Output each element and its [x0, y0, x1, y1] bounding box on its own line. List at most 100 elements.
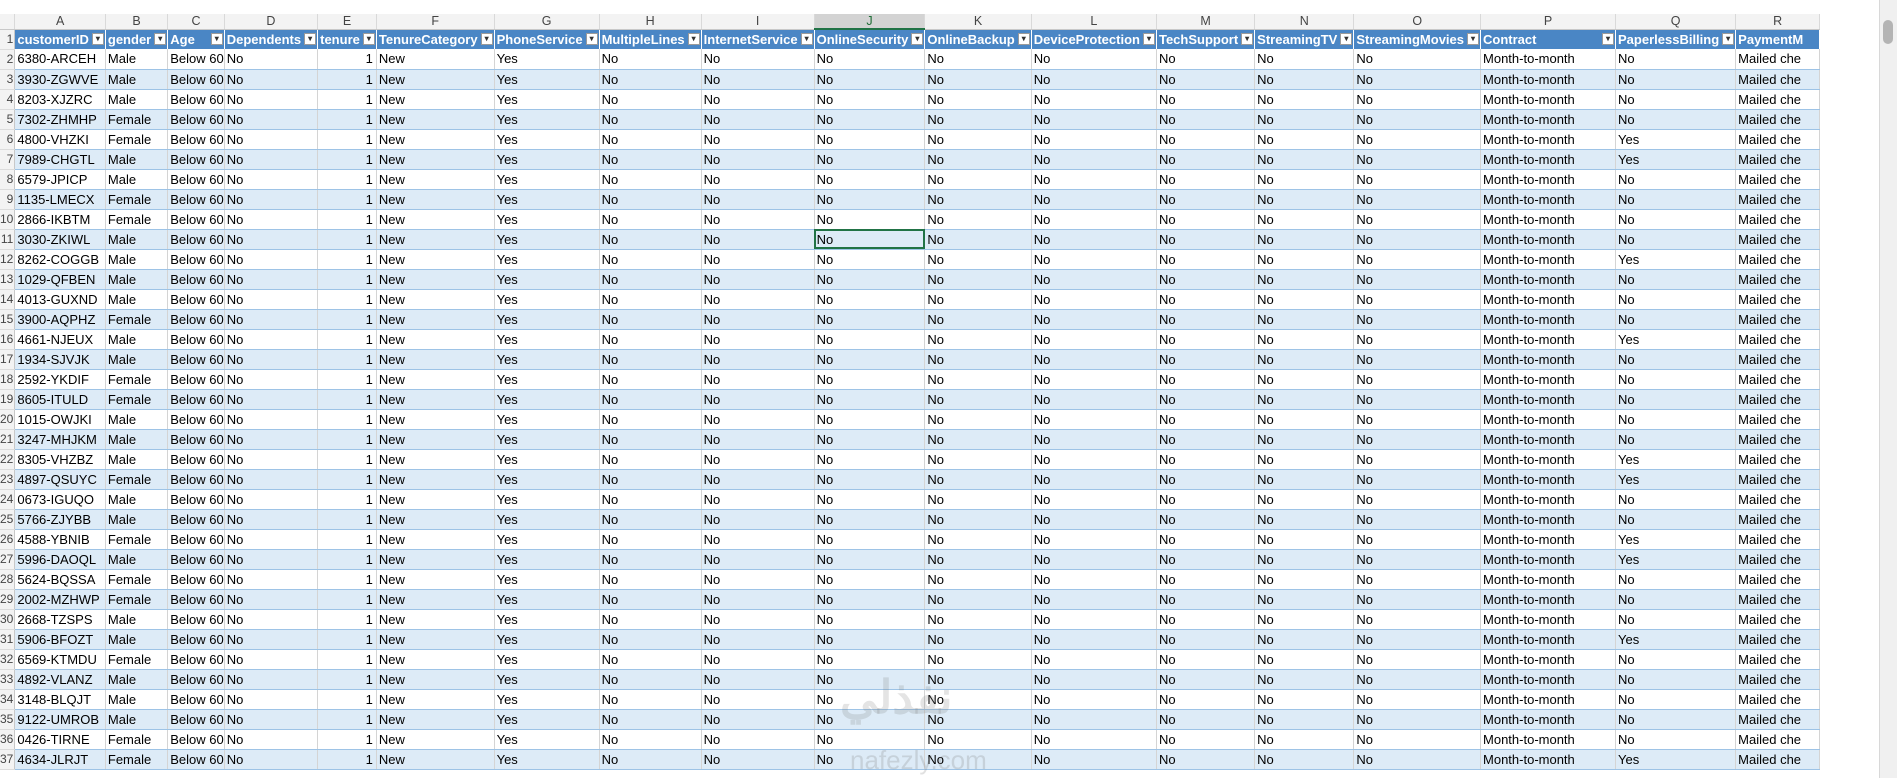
table-cell[interactable]: No	[814, 649, 926, 670]
table-cell[interactable]: Month-to-month	[1480, 549, 1617, 570]
table-cell[interactable]: No	[924, 49, 1032, 70]
table-cell[interactable]: No	[224, 549, 319, 570]
column-header-n[interactable]: N	[1254, 14, 1355, 30]
table-cell[interactable]: 1	[317, 629, 377, 650]
table-cell[interactable]: Yes	[1615, 329, 1737, 350]
table-cell[interactable]: No	[599, 329, 702, 350]
table-cell[interactable]: No	[1353, 529, 1482, 550]
table-cell[interactable]: No	[1031, 529, 1157, 550]
table-cell[interactable]: Male	[105, 709, 169, 730]
table-cell[interactable]: 8305-VHZBZ	[14, 449, 106, 470]
table-cell[interactable]: Below 60	[167, 749, 225, 770]
table-cell[interactable]: No	[1353, 549, 1482, 570]
table-cell[interactable]: 1	[317, 329, 377, 350]
table-cell[interactable]: Yes	[494, 309, 600, 330]
table-cell[interactable]: No	[1156, 129, 1256, 150]
row-number[interactable]: 36	[0, 729, 16, 750]
table-cell[interactable]: Yes	[494, 449, 600, 470]
table-cell[interactable]: No	[1254, 189, 1355, 210]
table-cell[interactable]: Mailed che	[1735, 489, 1821, 510]
row-number[interactable]: 7	[0, 149, 16, 170]
table-cell[interactable]: Below 60	[167, 569, 225, 590]
table-cell[interactable]: New	[376, 389, 495, 410]
table-cell[interactable]: No	[1254, 229, 1355, 250]
table-cell[interactable]: No	[1254, 69, 1355, 90]
select-all-corner[interactable]	[0, 14, 16, 30]
table-cell[interactable]: No	[701, 189, 815, 210]
table-cell[interactable]: Yes	[494, 489, 600, 510]
table-cell[interactable]: No	[924, 189, 1032, 210]
table-cell[interactable]: No	[924, 129, 1032, 150]
table-cell[interactable]: No	[701, 569, 815, 590]
table-cell[interactable]: No	[701, 509, 815, 530]
table-cell[interactable]: No	[1031, 109, 1157, 130]
table-cell[interactable]: No	[1156, 309, 1256, 330]
table-cell[interactable]: Yes	[494, 129, 600, 150]
table-cell[interactable]: No	[701, 229, 815, 250]
table-cell[interactable]: No	[224, 469, 319, 490]
table-cell[interactable]: Yes	[494, 229, 600, 250]
table-cell[interactable]: No	[701, 709, 815, 730]
table-cell[interactable]: Yes	[494, 249, 600, 270]
filter-dropdown-icon[interactable]: ▾	[687, 32, 700, 45]
table-cell[interactable]: Month-to-month	[1480, 389, 1617, 410]
table-cell[interactable]: Male	[105, 89, 169, 110]
table-cell[interactable]: No	[1031, 189, 1157, 210]
table-cell[interactable]: No	[1156, 709, 1256, 730]
table-cell[interactable]: Below 60	[167, 329, 225, 350]
table-cell[interactable]: No	[224, 649, 319, 670]
table-cell[interactable]: 1	[317, 589, 377, 610]
table-cell[interactable]: No	[814, 569, 926, 590]
table-cell[interactable]: No	[1615, 49, 1737, 70]
table-cell[interactable]: Yes	[494, 729, 600, 750]
column-header-m[interactable]: M	[1156, 14, 1256, 30]
filter-dropdown-icon[interactable]: ▾	[1017, 32, 1030, 45]
table-cell[interactable]: 1	[317, 689, 377, 710]
table-cell[interactable]: No	[1031, 229, 1157, 250]
table-cell[interactable]: Month-to-month	[1480, 69, 1617, 90]
table-cell[interactable]: New	[376, 609, 495, 630]
table-cell[interactable]: No	[1031, 689, 1157, 710]
table-cell[interactable]: Mailed che	[1735, 409, 1821, 430]
table-cell[interactable]: New	[376, 189, 495, 210]
table-cell[interactable]: No	[1254, 89, 1355, 110]
table-cell[interactable]: New	[376, 249, 495, 270]
table-cell[interactable]: 1934-SJVJK	[14, 349, 106, 370]
table-cell[interactable]: Mailed che	[1735, 349, 1821, 370]
table-cell[interactable]: New	[376, 709, 495, 730]
column-header-g[interactable]: G	[494, 14, 600, 30]
table-cell[interactable]: Yes	[494, 629, 600, 650]
table-cell[interactable]: No	[1615, 169, 1737, 190]
table-cell[interactable]: No	[1615, 489, 1737, 510]
table-cell[interactable]: No	[1615, 609, 1737, 630]
table-cell[interactable]: 2592-YKDIF	[14, 369, 106, 390]
row-number[interactable]: 3	[0, 69, 16, 90]
table-cell[interactable]: 1	[317, 529, 377, 550]
table-cell[interactable]: New	[376, 429, 495, 450]
table-cell[interactable]: No	[814, 489, 926, 510]
table-cell[interactable]: No	[599, 529, 702, 550]
table-cell[interactable]: No	[1031, 429, 1157, 450]
table-cell[interactable]: No	[1031, 49, 1157, 70]
row-number[interactable]: 31	[0, 629, 16, 650]
table-cell[interactable]: Mailed che	[1735, 449, 1821, 470]
table-cell[interactable]: Yes	[494, 189, 600, 210]
table-cell[interactable]: No	[1156, 629, 1256, 650]
table-cell[interactable]: No	[924, 489, 1032, 510]
table-cell[interactable]: 1	[317, 469, 377, 490]
table-cell[interactable]: Mailed che	[1735, 589, 1821, 610]
table-cell[interactable]: No	[1353, 649, 1482, 670]
table-cell[interactable]: No	[1254, 289, 1355, 310]
table-cell[interactable]: New	[376, 449, 495, 470]
table-cell[interactable]: No	[701, 669, 815, 690]
table-cell[interactable]: Yes	[494, 109, 600, 130]
table-cell[interactable]: No	[1254, 469, 1355, 490]
table-cell[interactable]: 3247-MHJKM	[14, 429, 106, 450]
table-cell[interactable]: Yes	[494, 649, 600, 670]
filter-dropdown-icon[interactable]: ▾	[304, 32, 317, 45]
table-cell[interactable]: Yes	[1615, 549, 1737, 570]
row-number[interactable]: 8	[0, 169, 16, 190]
table-cell[interactable]: No	[1254, 429, 1355, 450]
column-header-b[interactable]: B	[105, 14, 169, 30]
table-cell[interactable]: No	[224, 429, 319, 450]
